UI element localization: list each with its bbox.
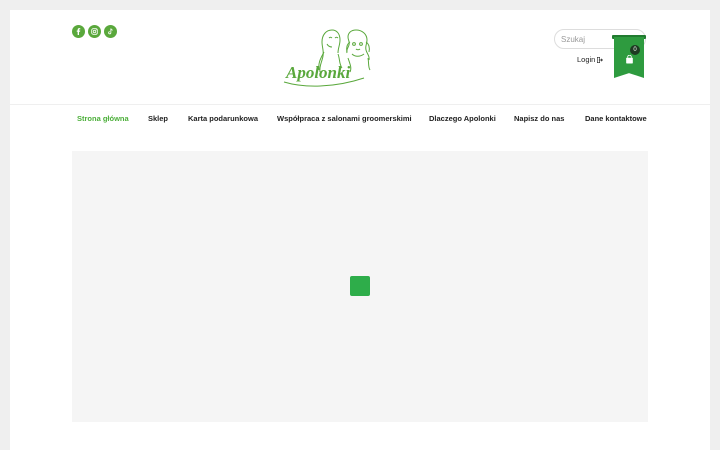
login-arrow-icon [597,56,604,63]
facebook-link[interactable] [72,25,85,38]
logo-text: Apolonki [285,63,351,82]
tiktok-icon [108,28,113,35]
loading-spinner [350,276,370,296]
nav-item-contact-details[interactable]: Dane kontaktowe [585,114,647,123]
nav-item-gift-card[interactable]: Karta podarunkowa [188,114,258,123]
nav-item-contact-form[interactable]: Napisz do nas [514,114,564,123]
login-label: Login [577,55,596,64]
cart-count-badge: 0 [630,45,640,55]
hero-slider [72,151,648,422]
main-nav: Strona główna Sklep Karta podarunkowa Ws… [10,114,710,126]
facebook-icon [76,28,81,35]
tiktok-link[interactable] [104,25,117,38]
nav-item-why-apolonki[interactable]: Dlaczego Apolonki [429,114,496,123]
login-link[interactable]: Login [577,55,604,64]
nav-item-shop[interactable]: Sklep [148,114,168,123]
shopping-bag-icon [626,55,633,64]
apolonki-logo[interactable]: Apolonki [282,24,386,88]
instagram-link[interactable] [88,25,101,38]
nav-item-groomer-partnership[interactable]: Współpraca z salonami groomerskimi [277,114,412,123]
page: Apolonki Login 0 Strona główna Sklep Kar… [10,10,710,450]
header-divider [10,104,710,105]
instagram-icon [91,28,98,35]
social-links [72,25,117,38]
nav-item-home[interactable]: Strona główna [77,114,129,123]
cart-button[interactable]: 0 [612,35,646,78]
